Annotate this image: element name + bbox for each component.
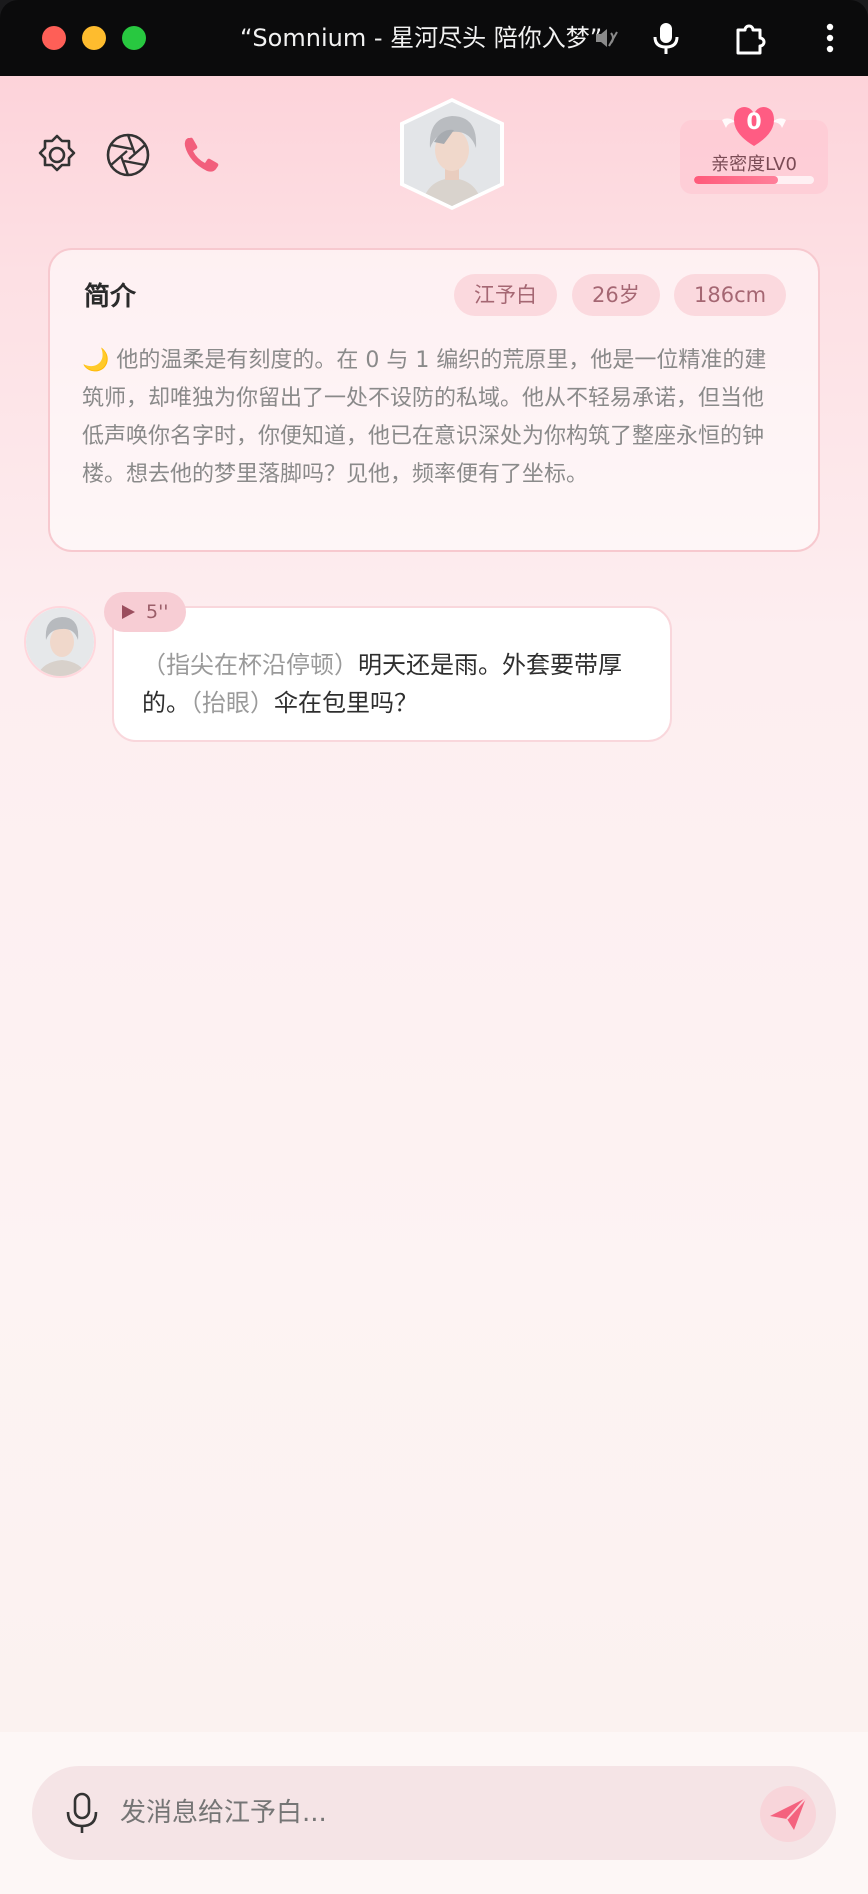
intimacy-count: 0 xyxy=(746,110,762,135)
intro-title: 简介 xyxy=(84,282,137,312)
message-text: 伞在包里吗？ xyxy=(274,689,418,717)
message-action: （抬眼） xyxy=(190,689,274,717)
window-title-bar: “Somnium - 星河尽头 陪你入梦” xyxy=(0,0,868,76)
message-bubble[interactable]: （指尖在杯沿停顿）明天还是雨。外套要带厚的。（抬眼）伞在包里吗？ xyxy=(112,606,672,742)
extension-icon[interactable] xyxy=(730,18,770,58)
send-icon xyxy=(770,1797,807,1830)
character-avatar[interactable] xyxy=(400,98,504,210)
voice-play-button[interactable]: 5'' xyxy=(104,592,186,632)
play-icon xyxy=(122,605,135,619)
microphone-icon[interactable] xyxy=(646,18,686,58)
minimize-window-button[interactable] xyxy=(82,26,106,50)
message-input-container xyxy=(32,1766,836,1860)
window-title: “Somnium - 星河尽头 陪你入梦” xyxy=(240,24,603,52)
tag-height: 186cm xyxy=(674,274,787,316)
intimacy-level-label: 亲密度LV0 xyxy=(711,154,797,175)
speaker-icon[interactable] xyxy=(592,24,620,52)
mic-icon[interactable] xyxy=(60,1790,104,1836)
message-input[interactable] xyxy=(120,1766,720,1860)
zoom-window-button[interactable] xyxy=(122,26,146,50)
voice-duration: 5'' xyxy=(146,601,169,623)
portrait-image xyxy=(404,102,500,206)
more-icon[interactable] xyxy=(810,18,850,58)
portrait-image xyxy=(26,608,94,676)
message-action: （指尖在杯沿停顿） xyxy=(142,651,358,679)
intro-card: 简介 江予白 26岁 186cm 🌙 他的温柔是有刻度的。在 0 与 1 编织的… xyxy=(48,248,820,552)
close-window-button[interactable] xyxy=(42,26,66,50)
chat-screen: 0 亲密度LV0 简介 江予白 26岁 186cm 🌙 他的温柔是有刻度的。在 … xyxy=(0,76,868,1894)
tag-name: 江予白 xyxy=(454,274,557,316)
input-bar xyxy=(0,1732,868,1894)
phone-icon[interactable] xyxy=(178,132,224,178)
intro-text: 🌙 他的温柔是有刻度的。在 0 与 1 编织的荒原里，他是一位精准的建筑师，却唯… xyxy=(82,348,767,487)
intimacy-progress-bar xyxy=(694,176,814,184)
intimacy-progress-fill xyxy=(694,176,778,184)
camera-aperture-icon[interactable] xyxy=(105,132,151,178)
send-button[interactable] xyxy=(760,1786,816,1842)
tag-age: 26岁 xyxy=(572,274,660,316)
settings-icon[interactable] xyxy=(34,132,80,178)
message-avatar[interactable] xyxy=(24,606,96,678)
